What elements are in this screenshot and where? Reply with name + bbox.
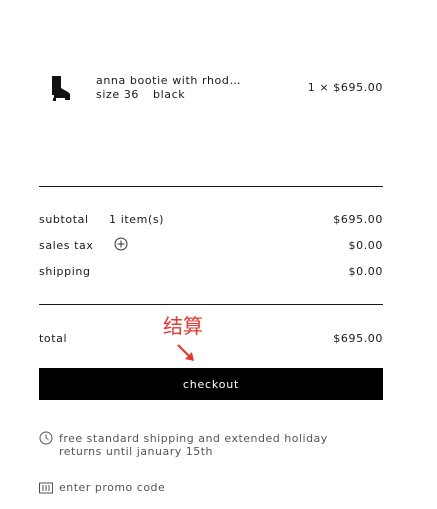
shipping-note-line-2: returns until january 15th — [59, 445, 214, 458]
shipping-value: $0.00 — [348, 265, 383, 278]
checkout-button[interactable]: checkout — [39, 368, 383, 400]
shipping-row: shipping $0.00 — [39, 265, 383, 281]
sales-tax-row: sales tax $0.00 — [39, 237, 383, 255]
clock-icon — [39, 431, 53, 445]
quantity-price: 1 × $695.00 — [307, 81, 383, 94]
total-row: total $695.00 — [39, 332, 383, 348]
product-size: size 36 — [96, 88, 140, 101]
sales-tax-value: $0.00 — [348, 239, 383, 252]
plus-circle-icon[interactable] — [114, 237, 128, 251]
total-label: total — [39, 332, 68, 345]
item-count: 1 item(s) — [109, 213, 165, 226]
shipping-label: shipping — [39, 265, 91, 278]
cart-item-row: anna bootie with rhod… size 36 black 1 × … — [39, 70, 383, 106]
product-name[interactable]: anna bootie with rhod… — [96, 74, 241, 87]
ankle-boot-icon[interactable] — [43, 74, 75, 102]
divider-bottom — [39, 304, 383, 305]
sales-tax-label: sales tax — [39, 239, 94, 252]
promo-code-label[interactable]: enter promo code — [59, 481, 165, 494]
subtotal-row: subtotal 1 item(s) $695.00 — [39, 213, 383, 229]
subtotal-label: subtotal — [39, 213, 89, 226]
shipping-note: free standard shipping and extended holi… — [59, 432, 359, 458]
ticket-icon — [39, 482, 53, 494]
subtotal-value: $695.00 — [333, 213, 383, 226]
product-variant: size 36 black — [96, 88, 185, 101]
product-color: black — [153, 88, 186, 101]
divider-top — [39, 186, 383, 187]
shipping-note-line-1: free standard shipping and extended holi… — [59, 432, 328, 445]
total-value: $695.00 — [333, 332, 383, 345]
